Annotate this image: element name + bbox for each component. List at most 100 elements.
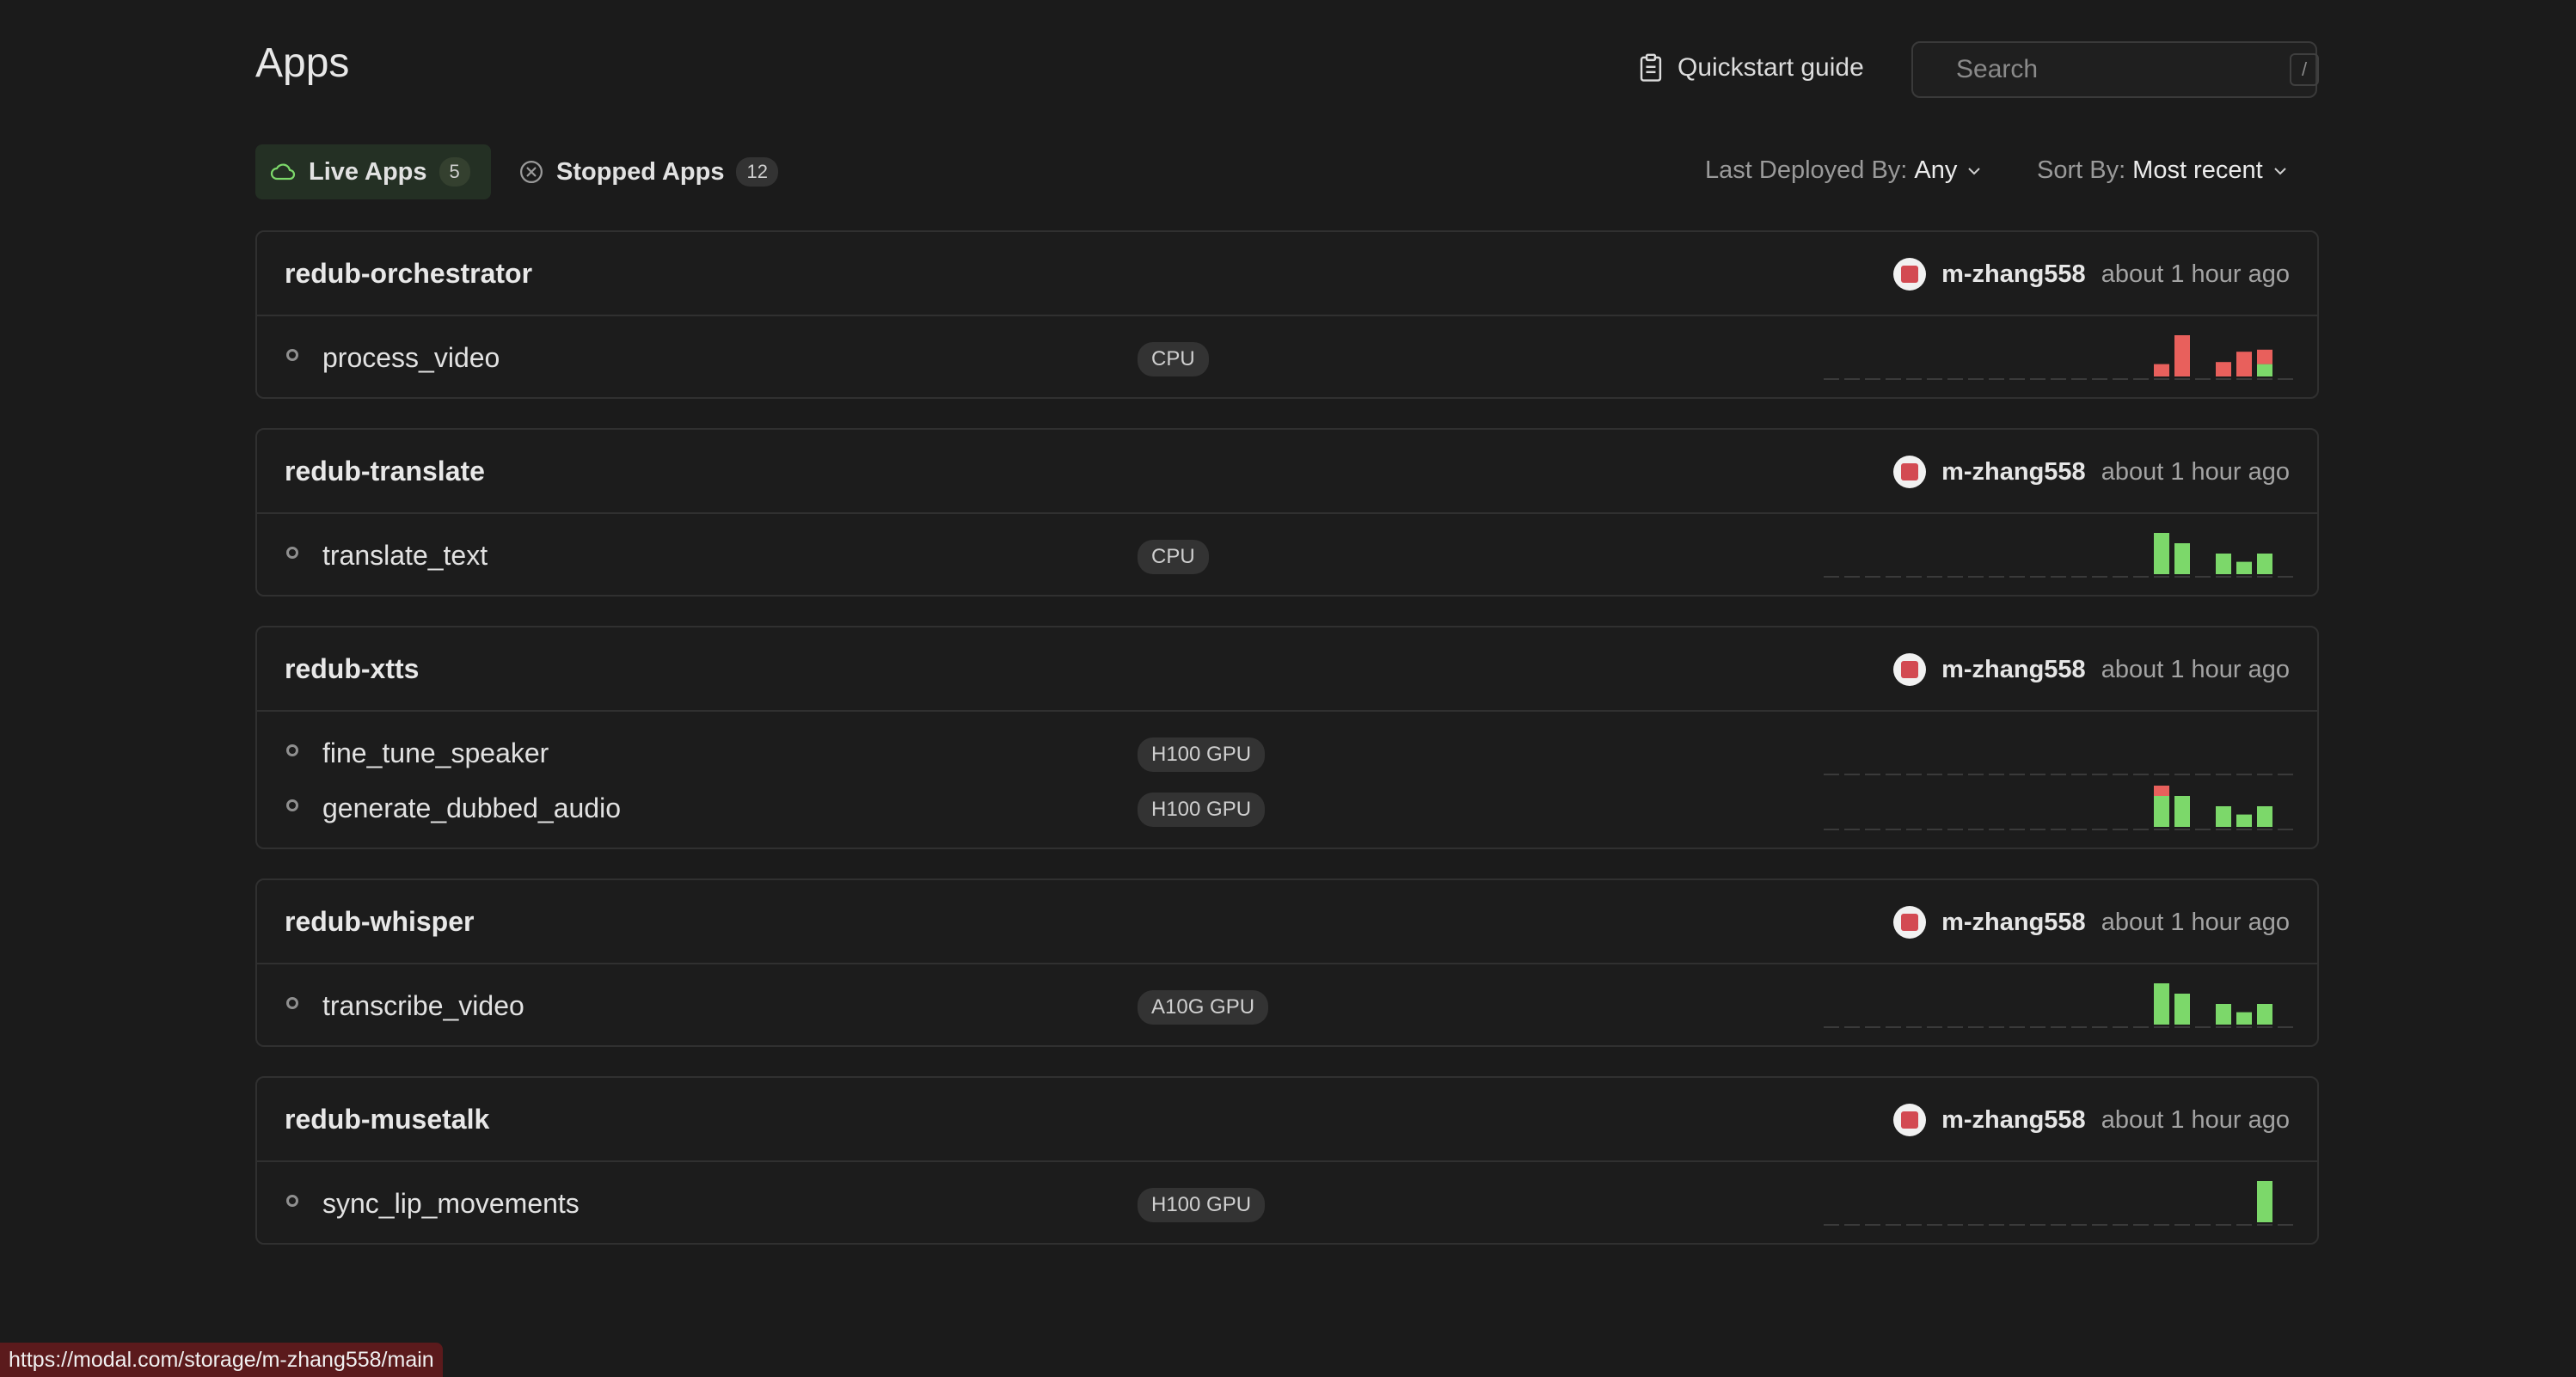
quickstart-label: Quickstart guide (1677, 53, 1864, 82)
sparkline-baseline-tick (2195, 576, 2211, 578)
quickstart-guide-link[interactable]: Quickstart guide (1638, 53, 1864, 83)
deployer-username[interactable]: m-zhang558 (1941, 909, 2086, 937)
sparkline-success-bar (2216, 806, 2231, 827)
deployer-username[interactable]: m-zhang558 (1941, 1106, 2086, 1135)
deployer-username[interactable]: m-zhang558 (1941, 458, 2086, 487)
sparkline-baseline-tick (1865, 378, 1880, 380)
sparkline-success-bar (2174, 543, 2190, 574)
avatar (1893, 653, 1927, 686)
sparkline-baseline-tick (1865, 1026, 1880, 1028)
app-name-link[interactable]: redub-whisper (285, 906, 474, 938)
function-name[interactable]: process_video (322, 342, 500, 374)
sparkline-baseline-tick (2030, 1026, 2045, 1028)
resource-badge: H100 GPU (1138, 1188, 1266, 1222)
sort-by-dropdown[interactable]: Sort By: Most recent (2037, 156, 2291, 185)
filter-value: Any (1914, 156, 1958, 184)
sparkline-success-bar (2216, 1004, 2231, 1025)
sparkline-baseline-tick (2174, 378, 2190, 380)
sparkline-baseline-tick (2257, 774, 2272, 775)
last-deployed-by-filter[interactable]: Last Deployed By: Any (1705, 156, 1984, 185)
avatar (1893, 258, 1927, 291)
sparkline-baseline-tick (2092, 378, 2107, 380)
sparkline-baseline-tick (2174, 1026, 2190, 1028)
tab-live-apps[interactable]: Live Apps 5 (255, 144, 491, 199)
sparkline-baseline-tick (1989, 576, 2004, 578)
sparkline-baseline-tick (2257, 576, 2272, 578)
sparkline-baseline-tick (2113, 829, 2128, 830)
app-card-header: redub-musetalk m-zhang558 about 1 hour a… (257, 1078, 2317, 1162)
sparkline-baseline-tick (2051, 576, 2066, 578)
sparkline-failure-bar (2154, 786, 2169, 796)
function-name[interactable]: translate_text (322, 540, 488, 572)
sparkline-baseline-tick (1927, 1224, 1942, 1226)
deployer-username[interactable]: m-zhang558 (1941, 260, 2086, 289)
sparkline-success-bar (2216, 554, 2231, 574)
function-name[interactable]: generate_dubbed_audio (322, 793, 621, 824)
sparkline-baseline-tick (1947, 1224, 1963, 1226)
app-name-link[interactable]: redub-translate (285, 456, 485, 487)
function-name[interactable]: sync_lip_movements (322, 1188, 580, 1220)
app-name-link[interactable]: redub-musetalk (285, 1104, 489, 1135)
sparkline-baseline-tick (2216, 378, 2231, 380)
sparkline-baseline-tick (2092, 829, 2107, 830)
function-row[interactable]: generate_dubbed_audio H100 GPU (257, 780, 2317, 835)
sparkline-baseline-tick (2154, 1224, 2169, 1226)
sparkline-baseline-tick (1824, 576, 1839, 578)
sparkline-baseline-tick (1968, 378, 1984, 380)
chevron-down-icon (1968, 167, 1981, 174)
function-row[interactable]: fine_tune_speaker H100 GPU (257, 725, 2317, 780)
sparkline-baseline-tick (1824, 1224, 1839, 1226)
deploy-meta: m-zhang558 about 1 hour ago (1893, 1104, 2290, 1136)
app-name-link[interactable]: redub-orchestrator (285, 258, 532, 290)
sparkline-baseline-tick (2071, 1224, 2087, 1226)
sparkline-failure-bar (2174, 335, 2190, 376)
sparkline-success-bar (2257, 1181, 2272, 1222)
app-name-link[interactable]: redub-xtts (285, 653, 419, 685)
tab-stopped-apps[interactable]: Stopped Apps 12 (505, 144, 792, 199)
function-row[interactable]: translate_text CPU (257, 528, 2317, 583)
sparkline-success-bar (2236, 814, 2252, 827)
resource-badge: CPU (1138, 342, 1209, 376)
sparkline-baseline-tick (2071, 1026, 2087, 1028)
sparkline-baseline-tick (2278, 576, 2293, 578)
sparkline-baseline-tick (2154, 774, 2169, 775)
sparkline-baseline-tick (1844, 1026, 1860, 1028)
sparkline-baseline-tick (2278, 378, 2293, 380)
sparkline-success-bar (2257, 1004, 2272, 1025)
function-row[interactable]: sync_lip_movements H100 GPU (257, 1176, 2317, 1231)
sparkline-baseline-tick (2133, 829, 2149, 830)
search-input[interactable] (1954, 54, 2290, 85)
search-box[interactable]: / (1911, 41, 2320, 98)
sparkline-baseline-tick (1906, 829, 1922, 830)
sparkline-baseline-tick (2133, 1224, 2149, 1226)
sparkline-baseline-tick (2113, 774, 2128, 775)
sparkline-failure-bar (2257, 349, 2272, 364)
avatar (1893, 906, 1927, 939)
deployer-username[interactable]: m-zhang558 (1941, 656, 2086, 684)
function-row[interactable]: process_video CPU (257, 330, 2317, 385)
app-card: redub-whisper m-zhang558 about 1 hour ag… (255, 878, 2319, 1047)
app-card: redub-xtts m-zhang558 about 1 hour ago f… (255, 626, 2319, 849)
status-dot-icon (286, 547, 298, 559)
status-bar-url: https://modal.com/storage/m-zhang558/mai… (0, 1343, 443, 1377)
activity-sparkline (1824, 335, 2293, 380)
page-header: Apps Quickstart guide / (255, 0, 2320, 138)
function-name[interactable]: fine_tune_speaker (322, 737, 549, 769)
sparkline-baseline-tick (2051, 1224, 2066, 1226)
app-card-header: redub-xtts m-zhang558 about 1 hour ago (257, 627, 2317, 712)
sparkline-baseline-tick (2009, 1224, 2025, 1226)
sparkline-baseline-tick (2133, 378, 2149, 380)
sparkline-baseline-tick (2154, 576, 2169, 578)
sparkline-baseline-tick (1968, 1224, 1984, 1226)
sparkline-baseline-tick (1927, 1026, 1942, 1028)
avatar (1893, 1104, 1927, 1136)
status-dot-icon (286, 1195, 298, 1207)
function-row[interactable]: transcribe_video A10G GPU (257, 978, 2317, 1033)
sparkline-baseline-tick (1824, 774, 1839, 775)
function-name[interactable]: transcribe_video (322, 990, 524, 1022)
sparkline-success-bar (2154, 533, 2169, 574)
tabs-row: Live Apps 5 Stopped Apps 12 Last Deploye… (255, 144, 2319, 199)
sparkline-success-bar (2154, 983, 2169, 1025)
sparkline-baseline-tick (2278, 829, 2293, 830)
sparkline-baseline-tick (2195, 1224, 2211, 1226)
